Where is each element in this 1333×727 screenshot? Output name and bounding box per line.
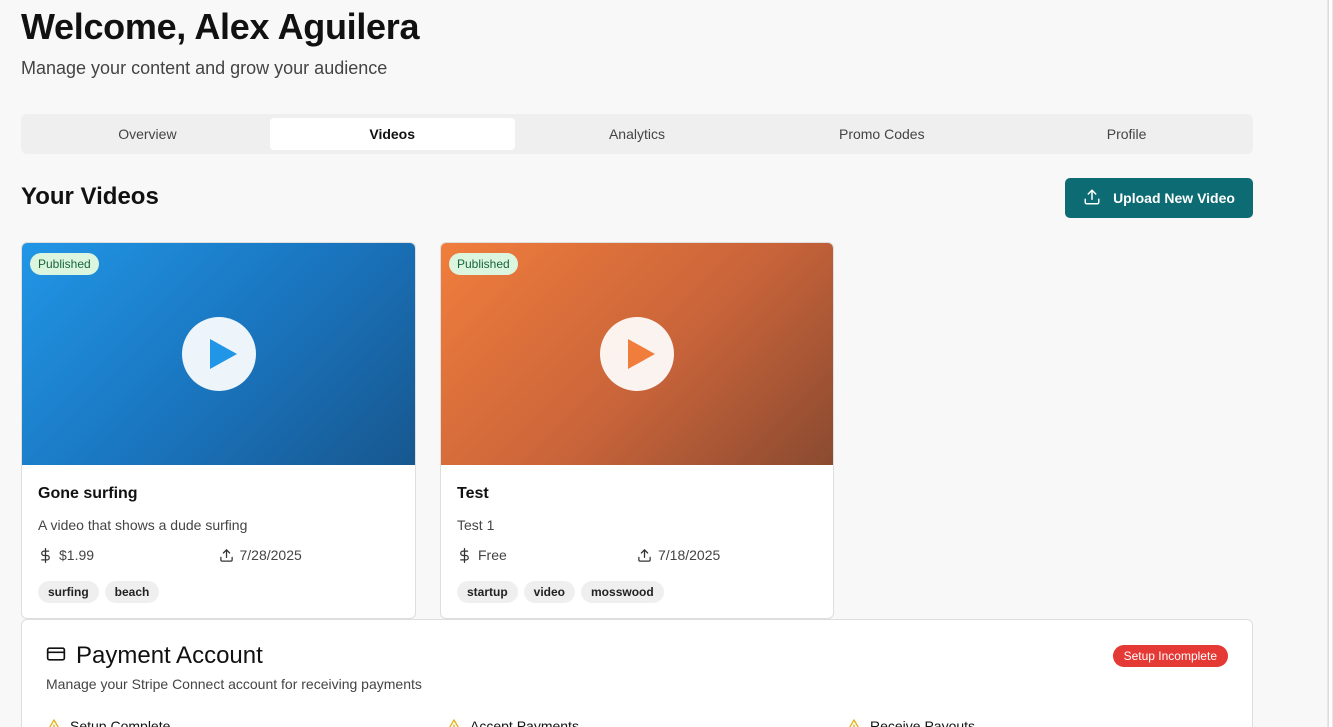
warning-icon xyxy=(49,719,59,727)
price-value: $1.99 xyxy=(59,547,95,563)
status-receive-payouts: Receive Payouts xyxy=(846,718,1246,727)
tag-list: startup video mosswood xyxy=(457,581,817,603)
upload-new-video-button[interactable]: Upload New Video xyxy=(1065,178,1253,218)
scrollbar-thumb[interactable] xyxy=(1328,0,1332,727)
video-date: 7/28/2025 xyxy=(219,547,400,563)
video-card[interactable]: Published Gone surfing A video that show… xyxy=(21,242,416,619)
status-label: Setup Complete xyxy=(70,718,171,727)
upload-button-label: Upload New Video xyxy=(1113,190,1235,206)
page-subtitle: Manage your content and grow your audien… xyxy=(21,58,388,78)
video-description: A video that shows a dude surfing xyxy=(38,517,248,533)
upload-date-icon xyxy=(638,548,651,562)
upload-date-icon xyxy=(219,548,233,562)
payment-description: Manage your Stripe Connect account for r… xyxy=(46,676,422,692)
video-price: $1.99 xyxy=(38,547,219,563)
status-badge: Published xyxy=(30,253,99,275)
warning-icon xyxy=(449,719,459,727)
price-value: Free xyxy=(478,547,507,563)
video-date: 7/18/2025 xyxy=(637,547,817,563)
tag: beach xyxy=(104,581,160,603)
video-description: Test 1 xyxy=(457,517,495,533)
page-title: Welcome, Alex Aguilera xyxy=(21,6,420,47)
status-label: Receive Payouts xyxy=(870,718,976,727)
video-price: Free xyxy=(457,547,637,563)
date-value: 7/18/2025 xyxy=(658,547,721,563)
video-title: Test xyxy=(457,485,489,502)
tab-bar: Overview Videos Analytics Promo Codes Pr… xyxy=(21,114,1253,154)
credit-card-icon xyxy=(46,644,66,669)
tag: surfing xyxy=(38,581,99,603)
date-value: 7/28/2025 xyxy=(239,547,302,563)
video-title: Gone surfing xyxy=(38,485,138,502)
setup-status-badge: Setup Incomplete xyxy=(1112,645,1228,667)
dollar-icon xyxy=(460,547,469,563)
tab-analytics[interactable]: Analytics xyxy=(515,118,760,150)
tab-promo-codes[interactable]: Promo Codes xyxy=(759,118,1004,150)
tab-overview[interactable]: Overview xyxy=(25,118,270,150)
warning-icon xyxy=(849,719,859,727)
status-label: Accept Payments xyxy=(470,718,579,727)
tab-videos[interactable]: Videos xyxy=(269,118,515,150)
status-setup-complete: Setup Complete xyxy=(46,718,446,727)
video-thumbnail[interactable]: Published xyxy=(441,243,833,465)
tag: startup xyxy=(457,581,518,603)
tag-list: surfing beach xyxy=(38,581,399,603)
play-icon xyxy=(628,339,655,369)
play-button[interactable] xyxy=(181,317,256,391)
status-badge: Published xyxy=(449,253,518,275)
tag: video xyxy=(523,581,576,603)
tab-profile[interactable]: Profile xyxy=(1004,118,1249,150)
video-thumbnail[interactable]: Published xyxy=(22,243,415,465)
upload-icon xyxy=(1083,188,1101,209)
tag: mosswood xyxy=(581,581,664,603)
status-accept-payments: Accept Payments xyxy=(446,718,846,727)
video-card[interactable]: Published Test Test 1 Free 7/18/2025 sta… xyxy=(440,242,834,619)
play-icon xyxy=(209,339,237,369)
creator-dashboard: Welcome, Alex Aguilera Manage your conte… xyxy=(0,0,1333,727)
payment-account-card: Payment Account Manage your Stripe Conne… xyxy=(21,619,1253,727)
play-button[interactable] xyxy=(600,317,674,391)
dollar-icon xyxy=(41,547,50,563)
section-title: Your Videos xyxy=(21,183,159,210)
payment-title: Payment Account xyxy=(76,642,263,669)
